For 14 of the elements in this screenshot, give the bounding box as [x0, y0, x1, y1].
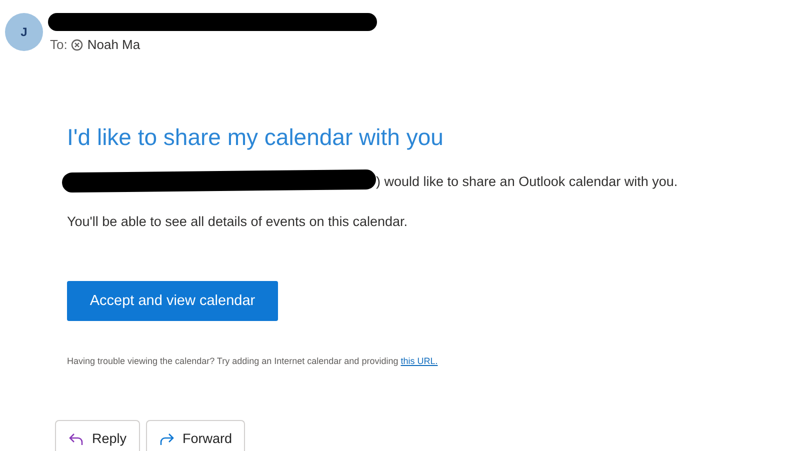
avatar: J [5, 13, 43, 51]
recipient-name[interactable]: Noah Ma [87, 37, 140, 52]
url-link[interactable]: this URL. [400, 356, 438, 366]
forward-button[interactable]: Forward [146, 420, 246, 451]
details-text: You'll be able to see all details of events on this calendar. [67, 214, 409, 229]
remove-icon[interactable] [71, 38, 84, 50]
accept-button[interactable]: Accept and view calendar [67, 281, 278, 321]
forward-icon [158, 432, 175, 446]
intro-text: ) would like to share an Outlook calendar with you. [376, 174, 678, 188]
help-text: Having trouble viewing the calendar? Try adding an Internet calendar and providing this URL. [67, 356, 439, 366]
reply-button[interactable]: Reply [55, 420, 140, 451]
to-label: To: [50, 37, 68, 52]
reply-icon [68, 432, 84, 446]
message-heading: I'd like to share my calendar with you [67, 124, 444, 151]
